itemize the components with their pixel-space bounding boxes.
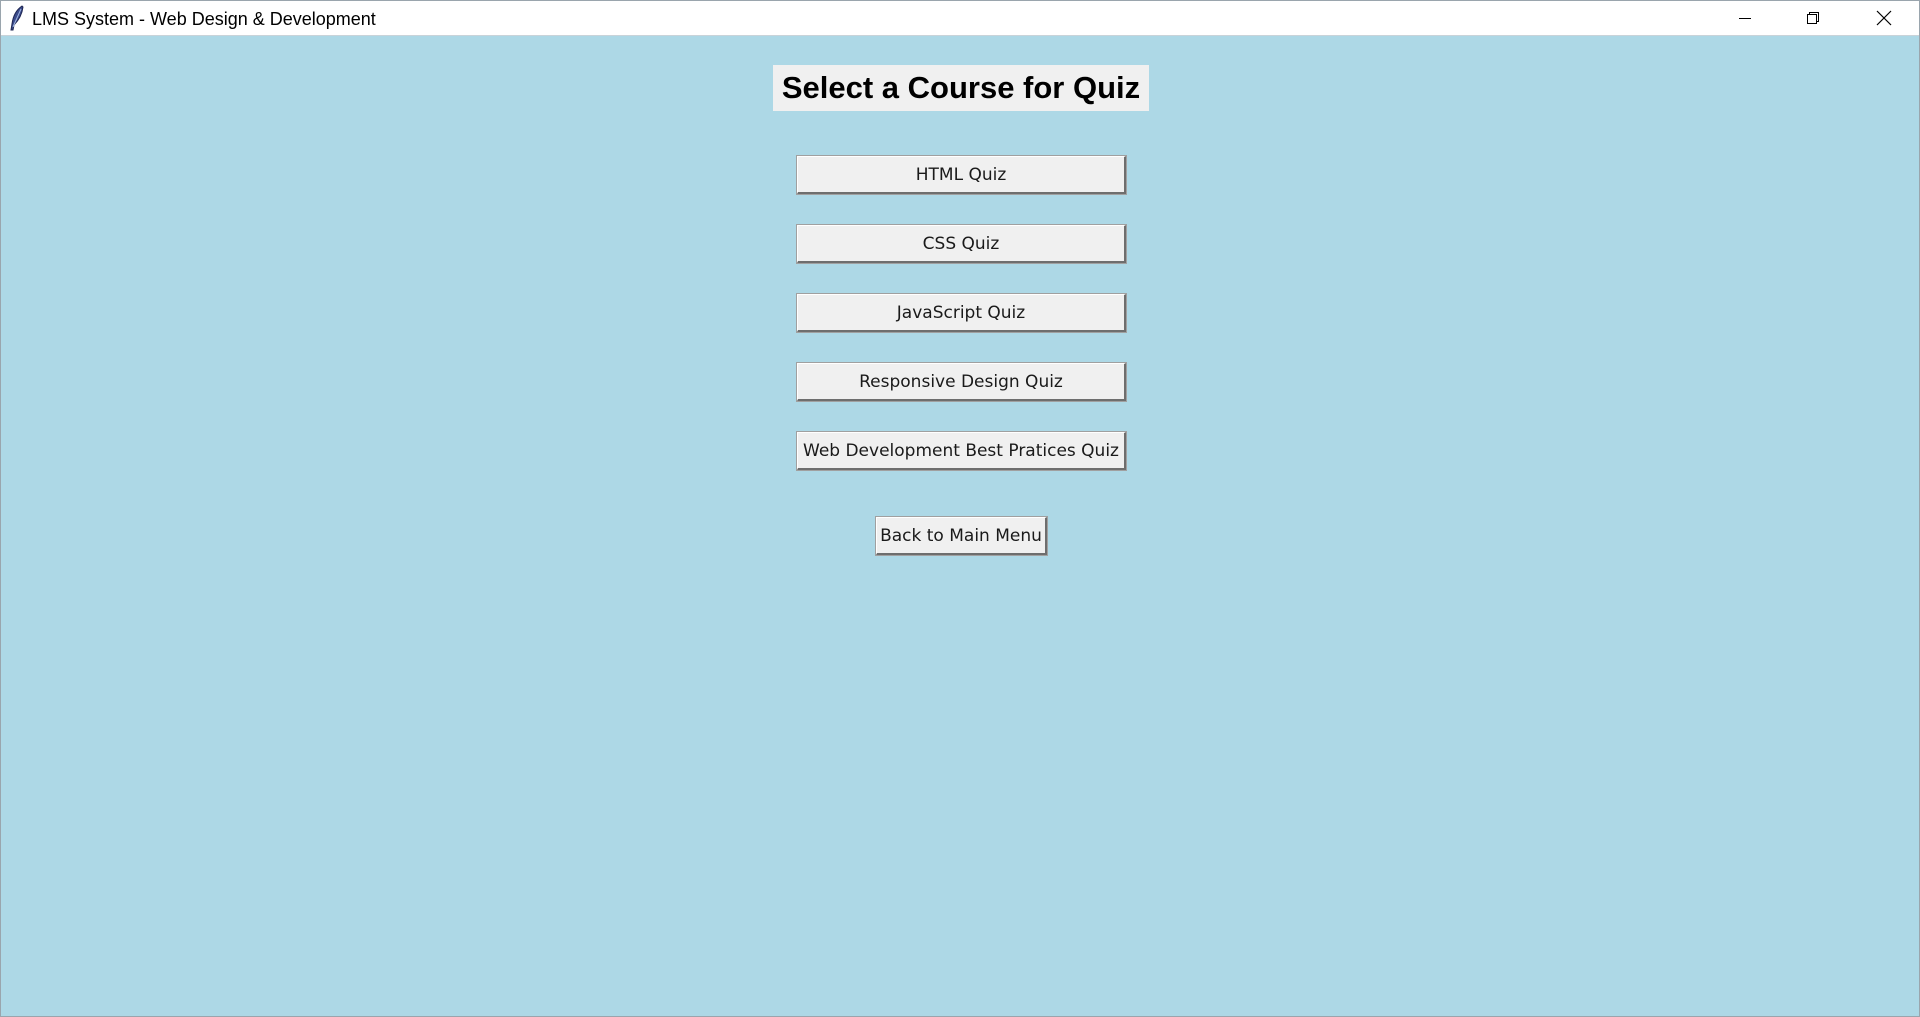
feather-icon	[7, 5, 27, 31]
javascript-quiz-button[interactable]: JavaScript Quiz	[796, 293, 1127, 333]
title-bar[interactable]: LMS System - Web Design & Development	[1, 1, 1919, 36]
restore-button[interactable]	[1779, 1, 1847, 35]
minimize-button[interactable]	[1711, 1, 1779, 35]
css-quiz-button[interactable]: CSS Quiz	[796, 224, 1127, 264]
app-window: LMS System - Web Design & Development Se…	[0, 0, 1920, 1017]
page-title: Select a Course for Quiz	[773, 65, 1149, 111]
close-button[interactable]	[1850, 1, 1918, 35]
window-title: LMS System - Web Design & Development	[32, 9, 376, 29]
responsive-design-quiz-button[interactable]: Responsive Design Quiz	[796, 362, 1127, 402]
back-to-main-menu-button[interactable]: Back to Main Menu	[875, 516, 1048, 556]
html-quiz-button[interactable]: HTML Quiz	[796, 155, 1127, 195]
restore-icon	[1807, 12, 1819, 24]
close-icon	[1876, 10, 1892, 26]
web-dev-best-practices-quiz-button[interactable]: Web Development Best Pratices Quiz	[796, 431, 1127, 471]
main-content: Select a Course for Quiz HTML Quiz CSS Q…	[2, 36, 1919, 1016]
minimize-icon	[1739, 18, 1751, 19]
